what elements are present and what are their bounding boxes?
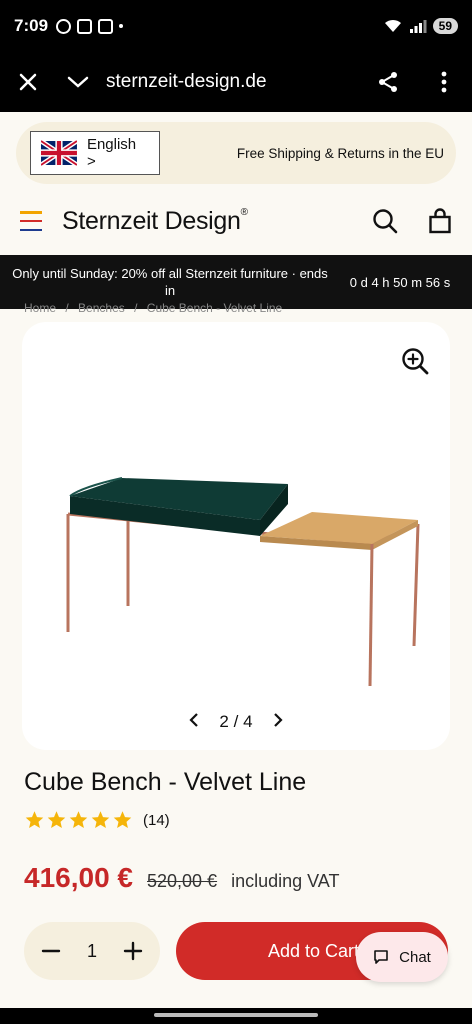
page-indicator: 2 / 4 xyxy=(219,711,253,731)
chevron-left-icon xyxy=(189,713,199,727)
brand-logo[interactable]: Sternzeit Design® xyxy=(62,207,248,236)
more-notifications-icon xyxy=(119,24,124,28)
chat-bubble-icon xyxy=(374,950,388,964)
breadcrumb: Home / Benches / Cube Bench - Velvet Lin… xyxy=(24,301,288,315)
site-header: Sternzeit Design® xyxy=(0,190,472,252)
share-button[interactable] xyxy=(360,52,416,112)
signal-icon xyxy=(409,20,427,33)
breadcrumb-separator: / xyxy=(65,301,69,315)
increase-quantity-button[interactable] xyxy=(122,940,144,962)
add-to-cart-label: Add to Cart xyxy=(268,940,360,961)
promo-text: Only until Sunday: 20% off all Sternzeit… xyxy=(12,266,328,298)
chevron-right-icon xyxy=(273,713,283,727)
uk-flag-icon xyxy=(41,140,77,166)
zoom-icon[interactable] xyxy=(400,346,430,376)
chat-label: Chat xyxy=(399,948,431,966)
more-vertical-icon xyxy=(441,71,447,93)
product-image xyxy=(66,477,420,687)
close-tab-button[interactable] xyxy=(0,52,56,112)
browser-toolbar: sternzeit-design.de xyxy=(0,52,472,112)
breadcrumb-current: Cube Bench - Velvet Line xyxy=(146,301,283,315)
whatsapp-icon xyxy=(56,18,72,34)
star-icon xyxy=(69,811,88,828)
review-count[interactable]: (14) xyxy=(143,812,170,829)
home-gesture-handle[interactable] xyxy=(154,1013,318,1017)
star-icon xyxy=(91,811,110,828)
chat-button[interactable]: Chat xyxy=(356,932,448,982)
quantity-value[interactable]: 1 xyxy=(87,941,97,962)
breadcrumb-home[interactable]: Home xyxy=(24,301,56,315)
status-time: 7:09 xyxy=(14,16,49,35)
product-title: Cube Bench - Velvet Line xyxy=(24,768,307,796)
notification-icons xyxy=(56,18,124,34)
close-icon xyxy=(19,73,37,91)
screenshot-icon xyxy=(98,18,114,34)
menu-icon[interactable] xyxy=(20,211,44,231)
chevron-down-icon xyxy=(67,76,89,88)
language-selector[interactable]: English > xyxy=(30,131,160,175)
next-image-button[interactable] xyxy=(269,711,287,732)
quantity-stepper: 1 xyxy=(24,922,160,980)
star-icon xyxy=(25,811,44,828)
price-row: 416,00 € 520,00 € including VAT xyxy=(24,862,339,894)
star-rating xyxy=(24,810,133,830)
shopping-bag-icon[interactable] xyxy=(428,208,452,234)
breadcrumb-benches[interactable]: Benches xyxy=(78,301,125,315)
system-icons: 59 xyxy=(383,18,458,34)
battery-indicator: 59 xyxy=(432,18,458,34)
language-label: English > xyxy=(86,136,137,170)
previous-image-button[interactable] xyxy=(185,711,203,732)
current-price: 416,00 € xyxy=(24,862,133,893)
shipping-info: Free Shipping & Returns in the EU xyxy=(236,145,444,161)
status-bar: 7:09 59 xyxy=(0,0,472,52)
product-gallery[interactable]: 2 / 4 xyxy=(22,322,450,750)
star-icon xyxy=(113,811,132,828)
decrease-quantity-button[interactable] xyxy=(40,940,62,962)
product-rating[interactable]: (14) xyxy=(24,810,170,830)
wifi-icon xyxy=(384,19,401,32)
star-icon xyxy=(47,811,66,828)
vat-note: including VAT xyxy=(231,871,340,891)
breadcrumb-separator: / xyxy=(134,301,138,315)
collapse-button[interactable] xyxy=(56,52,100,112)
more-menu-button[interactable] xyxy=(416,52,472,112)
url-text[interactable]: sternzeit-design.de xyxy=(100,71,360,93)
search-icon[interactable] xyxy=(372,208,398,234)
original-price: 520,00 € xyxy=(147,871,218,891)
top-info-bar: English > Free Shipping & Returns in the… xyxy=(16,122,456,184)
gallery-pager: 2 / 4 xyxy=(22,711,450,732)
share-icon xyxy=(379,72,397,92)
countdown-timer: 0 d 4 h 50 m 56 s xyxy=(349,274,451,290)
instagram-icon xyxy=(77,18,93,34)
